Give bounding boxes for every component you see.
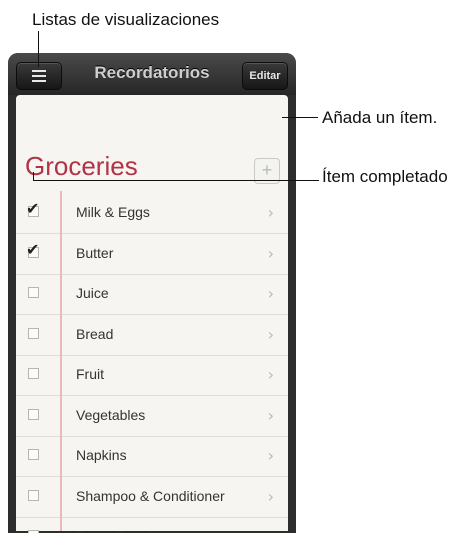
- chevron-right-icon: ›: [267, 324, 274, 344]
- chevron-right-icon: ›: [267, 486, 274, 506]
- chevron-right-icon: ›: [267, 203, 274, 222]
- reminders-app: Recordatorios Editar Groceries + ✔ Milk &…: [8, 53, 296, 533]
- callout-completed-label: Ítem completado: [322, 167, 448, 186]
- navigation-bar: Recordatorios Editar: [8, 53, 296, 95]
- callout-lists-label: Listas de visualizaciones: [32, 10, 220, 29]
- checkbox[interactable]: [28, 368, 39, 379]
- checkbox[interactable]: [28, 530, 39, 533]
- checkbox[interactable]: [28, 449, 39, 460]
- chevron-right-icon: ›: [268, 527, 274, 533]
- list-item-label: Butter: [76, 244, 114, 261]
- callout-lists-line: [38, 31, 39, 67]
- checkbox[interactable]: [28, 408, 39, 420]
- list-item-label: Shampoo & Conditioner: [76, 487, 225, 504]
- list-item[interactable]: Bread ›: [16, 315, 288, 356]
- list-title: Groceries: [25, 151, 138, 181]
- list-item-label: Napkins: [76, 447, 127, 463]
- checkbox[interactable]: [28, 327, 39, 339]
- chevron-right-icon: ›: [267, 446, 274, 465]
- list-item-label: Paper Towels: [76, 528, 160, 533]
- chevron-right-icon: ›: [267, 365, 274, 384]
- list-item[interactable]: ✔ Butter ›: [16, 234, 288, 275]
- list-item-label: Bread: [76, 325, 114, 342]
- list-item[interactable]: ✔ Milk & Eggs ›: [16, 193, 288, 234]
- list-item-label: Juice: [76, 285, 109, 301]
- callout-completed-line-v: [33, 172, 34, 180]
- callout-add-item-line: [282, 117, 318, 118]
- list-item[interactable]: Vegetables ›: [16, 396, 288, 437]
- checkbox[interactable]: [28, 287, 39, 298]
- checkmark-icon: ✔: [26, 199, 40, 218]
- callout-add-item-label: Añada un ítem.: [322, 108, 438, 127]
- list-item[interactable]: Shampoo & Conditioner ›: [16, 477, 288, 518]
- list-item-label: Vegetables: [76, 406, 146, 423]
- chevron-right-icon: ›: [267, 405, 274, 425]
- list-item[interactable]: Fruit ›: [16, 355, 288, 396]
- checkbox[interactable]: [28, 489, 39, 501]
- checkmark-icon: ✔: [26, 239, 40, 259]
- list-item[interactable]: Napkins ›: [16, 436, 288, 477]
- chevron-right-icon: ›: [267, 243, 274, 263]
- chevron-right-icon: ›: [267, 284, 274, 303]
- list-item-label: Milk & Eggs: [76, 204, 150, 220]
- list-item[interactable]: Juice ›: [16, 274, 288, 315]
- list-item-label: Fruit: [76, 366, 104, 382]
- callout-completed-line-h: [33, 180, 319, 181]
- list-item[interactable]: Paper Towels ›: [16, 517, 288, 533]
- margin-line: [60, 191, 62, 531]
- edit-button[interactable]: Editar: [242, 62, 288, 90]
- list-page: Groceries + ✔ Milk & Eggs › ✔ Butter › Juice › B…: [16, 95, 288, 533]
